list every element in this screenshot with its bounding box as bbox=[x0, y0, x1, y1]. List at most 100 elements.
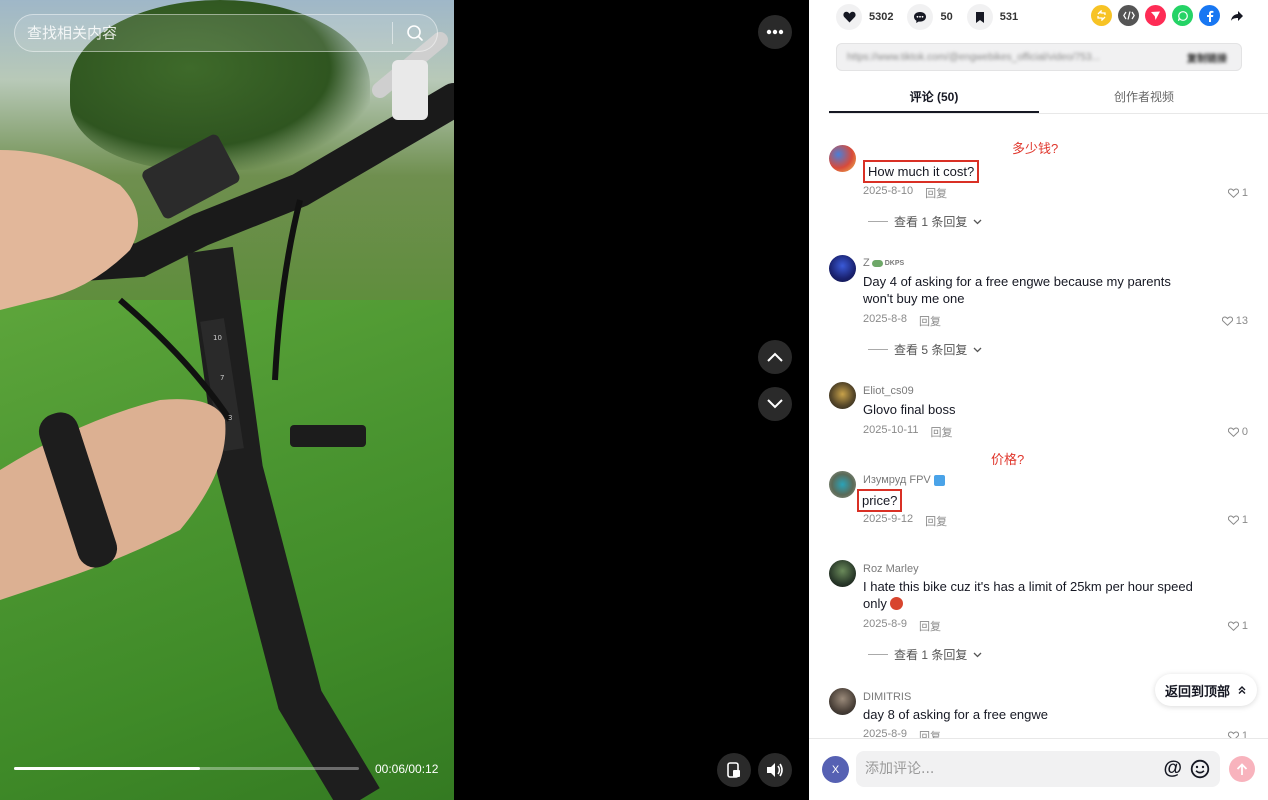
avatar[interactable] bbox=[829, 471, 856, 498]
comment-like-count: 1 bbox=[1241, 620, 1248, 632]
comment-count: 50 bbox=[940, 11, 953, 23]
avatar[interactable] bbox=[829, 560, 856, 587]
view-replies-button[interactable]: 查看 5 条回复 bbox=[868, 341, 982, 358]
engagement-stats: 5302 50 531 bbox=[836, 3, 1032, 31]
comment-meta: 2025-8-8 回复 bbox=[863, 313, 941, 329]
comment-meta: 2025-8-10 回复 bbox=[863, 185, 947, 201]
picture-in-picture-button[interactable] bbox=[717, 753, 751, 787]
tab-creator-videos[interactable]: 创作者视频 bbox=[1039, 82, 1249, 113]
like-count: 5302 bbox=[869, 11, 894, 23]
annotation-label: 多少钱? bbox=[1012, 141, 1059, 156]
annotation-label: 价格? bbox=[991, 452, 1025, 467]
user-badge-text: DKPS bbox=[884, 259, 905, 267]
view-replies-label: 查看 5 条回复 bbox=[894, 343, 968, 357]
svg-text:10: 10 bbox=[213, 334, 222, 342]
reply-button[interactable]: 回复 bbox=[930, 424, 952, 440]
comment-like-count: 1 bbox=[1241, 730, 1248, 738]
avatar[interactable] bbox=[829, 382, 856, 409]
comment-icon bbox=[907, 4, 934, 30]
whatsapp-icon[interactable] bbox=[1172, 5, 1193, 26]
heart-outline-icon bbox=[1227, 427, 1239, 437]
comment-date: 2025-10-11 bbox=[863, 424, 919, 436]
avatar[interactable] bbox=[829, 145, 856, 172]
comment-like-button[interactable]: 1 bbox=[1227, 187, 1248, 199]
comment-username[interactable]: Roz Marley bbox=[863, 563, 919, 575]
arrow-up-icon bbox=[1236, 762, 1248, 775]
more-dots-icon bbox=[766, 29, 784, 35]
repost-icon[interactable] bbox=[1091, 5, 1112, 26]
mention-button[interactable]: @ bbox=[1163, 758, 1182, 780]
comment-input[interactable] bbox=[856, 761, 1164, 777]
embed-icon[interactable] bbox=[1118, 5, 1139, 26]
comment-username[interactable]: Z DKPS bbox=[863, 257, 904, 269]
comment-like-button[interactable]: 1 bbox=[1227, 730, 1248, 738]
send-comment-button[interactable] bbox=[1229, 756, 1255, 782]
reply-button[interactable]: 回复 bbox=[925, 185, 947, 201]
comment-like-count: 1 bbox=[1241, 187, 1248, 199]
share-arrow-icon[interactable] bbox=[1226, 5, 1247, 26]
comment-meta: 2025-8-9 回复 bbox=[863, 618, 941, 634]
svg-text:7: 7 bbox=[220, 374, 224, 382]
current-user-avatar[interactable]: X bbox=[822, 756, 849, 783]
search-button[interactable] bbox=[393, 15, 437, 51]
comment-count-button[interactable]: 50 bbox=[907, 4, 953, 30]
divider-dash bbox=[868, 349, 888, 350]
panel-tabs: 评论 (50) 创作者视频 bbox=[829, 82, 1268, 114]
comment-like-button[interactable]: 1 bbox=[1227, 514, 1248, 526]
avatar[interactable] bbox=[829, 255, 856, 282]
next-video-button[interactable] bbox=[758, 387, 792, 421]
reply-button[interactable]: 回复 bbox=[925, 513, 947, 529]
search-input[interactable] bbox=[15, 24, 392, 42]
volume-icon bbox=[767, 763, 783, 777]
volume-button[interactable] bbox=[758, 753, 792, 787]
previous-video-button[interactable] bbox=[758, 340, 792, 374]
comment-text: I hate this bike cuz it's has a limit of… bbox=[863, 578, 1193, 612]
comment-text: How much it cost? bbox=[863, 160, 1193, 183]
app-root: 10 7 3 查找相关内容 00:06/00:12 5302 50 531 ht… bbox=[0, 0, 1268, 800]
facebook-icon[interactable] bbox=[1199, 5, 1220, 26]
like-button[interactable]: 5302 bbox=[836, 4, 893, 30]
angry-face-emoji-icon bbox=[890, 597, 904, 610]
comment-like-count: 0 bbox=[1241, 426, 1248, 438]
comment-username-text: Z bbox=[863, 257, 870, 269]
comment-date: 2025-8-10 bbox=[863, 185, 914, 197]
comment-username[interactable]: DIMITRIS bbox=[863, 691, 911, 703]
reply-button[interactable]: 回复 bbox=[919, 728, 941, 738]
divider-dash bbox=[868, 654, 888, 655]
send-to-friends-icon[interactable] bbox=[1145, 5, 1166, 26]
comment-like-button[interactable]: 1 bbox=[1227, 620, 1248, 632]
favorite-button[interactable]: 531 bbox=[966, 4, 1019, 30]
more-options-button[interactable] bbox=[758, 15, 792, 49]
comment-like-button[interactable]: 0 bbox=[1227, 426, 1248, 438]
back-to-top-button[interactable]: 返回到顶部 bbox=[1155, 674, 1258, 706]
comment-text: Day 4 of asking for a free engwe because… bbox=[863, 274, 1171, 306]
comment-username[interactable]: Изумруд FPV bbox=[863, 474, 945, 486]
tab-comments[interactable]: 评论 (50) bbox=[829, 82, 1039, 113]
reply-button[interactable]: 回复 bbox=[919, 313, 941, 329]
heart-outline-icon bbox=[1227, 731, 1239, 738]
divider-dash bbox=[868, 221, 888, 222]
view-replies-button[interactable]: 查看 1 条回复 bbox=[868, 213, 982, 230]
share-icons bbox=[1085, 5, 1247, 26]
video-progress-bar[interactable] bbox=[14, 767, 359, 770]
video-player[interactable]: 10 7 3 bbox=[0, 0, 454, 800]
view-replies-button[interactable]: 查看 1 条回复 bbox=[868, 646, 982, 663]
avatar[interactable] bbox=[829, 688, 856, 715]
chevron-down-icon bbox=[767, 399, 783, 409]
emoji-picker-button[interactable] bbox=[1190, 759, 1210, 779]
video-area: 10 7 3 查找相关内容 00:06/00:12 bbox=[0, 0, 809, 800]
view-replies-label: 查看 1 条回复 bbox=[894, 648, 968, 662]
chevron-up-icon bbox=[767, 352, 783, 362]
video-url-box[interactable]: https://www.tiktok.com/@engwebikes_offic… bbox=[836, 43, 1242, 71]
reply-button[interactable]: 回复 bbox=[919, 618, 941, 634]
copy-link-button[interactable]: 复制链接 bbox=[1187, 50, 1227, 65]
video-url-text: https://www.tiktok.com/@engwebikes_offic… bbox=[847, 51, 1100, 63]
badge-icon bbox=[871, 259, 883, 267]
comment-like-count: 1 bbox=[1241, 514, 1248, 526]
favorite-count: 531 bbox=[999, 11, 1019, 23]
comment-username[interactable]: Eliot_cs09 bbox=[863, 385, 914, 397]
heart-outline-icon bbox=[1227, 515, 1239, 525]
smiley-icon bbox=[1190, 759, 1210, 779]
comment-username-text: Изумруд FPV bbox=[863, 474, 931, 486]
comment-like-button[interactable]: 13 bbox=[1221, 315, 1248, 327]
